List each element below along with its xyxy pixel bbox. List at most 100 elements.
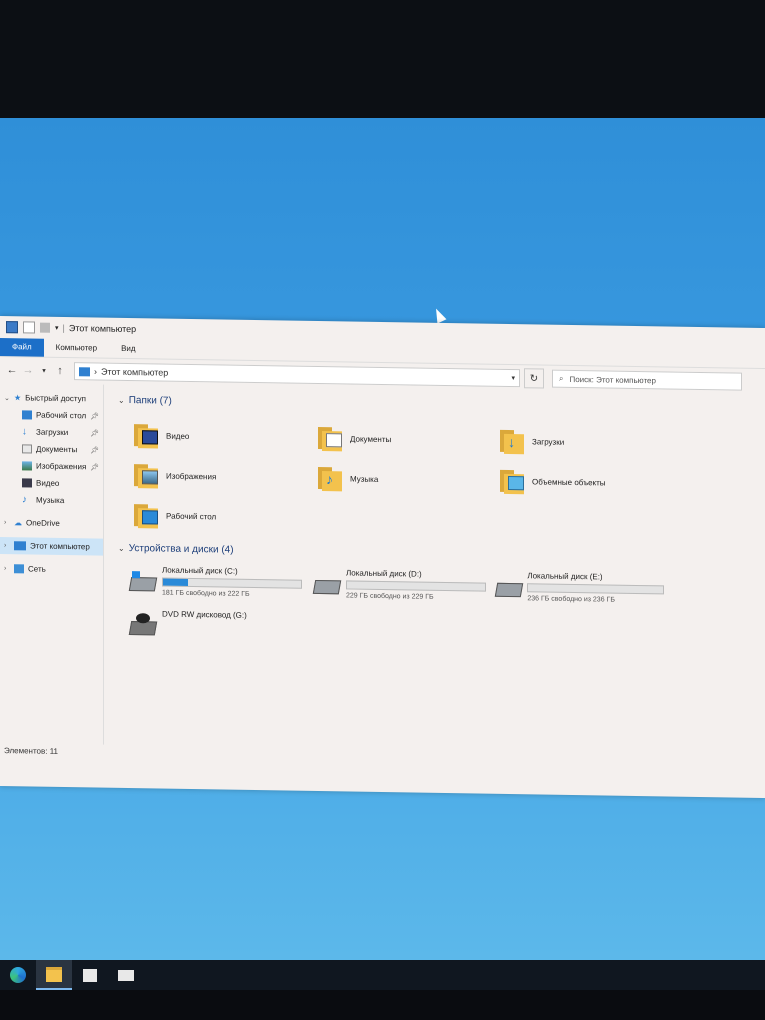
- chevron-down-icon[interactable]: ▾: [511, 374, 515, 382]
- sidebar-item-documents[interactable]: Документы 📌︎: [0, 440, 103, 459]
- folder-item-downloads[interactable]: ↓ Загрузки: [498, 421, 668, 464]
- search-input[interactable]: ⌕ Поиск: Этот компьютер: [552, 369, 742, 391]
- taskbar-edge[interactable]: [0, 960, 36, 990]
- computer-icon: [14, 541, 26, 551]
- edge-icon: [10, 967, 26, 983]
- collapse-chevron-icon[interactable]: ⌄: [118, 543, 125, 552]
- collapse-chevron-icon[interactable]: ⌄: [118, 395, 125, 404]
- pictures-folder-icon: [132, 462, 160, 489]
- video-folder-icon: [132, 422, 160, 449]
- drive-item-d[interactable]: Локальный диск (D:) 229 ГБ свободно из 2…: [312, 566, 494, 613]
- desktop-folder-icon: [132, 502, 160, 529]
- recent-locations-icon[interactable]: ▾: [36, 367, 52, 375]
- navigation-pane: ⌄ ★ Быстрый доступ Рабочий стол 📌︎ ↓ Заг…: [0, 383, 104, 745]
- sidebar-item-music[interactable]: ♪ Музыка: [0, 491, 103, 510]
- back-arrow-icon[interactable]: ←: [4, 364, 20, 376]
- drive-item-c[interactable]: Локальный диск (C:) 181 ГБ свободно из 2…: [128, 563, 312, 610]
- cloud-icon: ☁: [14, 518, 22, 528]
- expand-chevron-icon[interactable]: ›: [4, 519, 14, 526]
- pin-icon[interactable]: 📌︎: [90, 412, 99, 420]
- monitor-bezel-bottom: [0, 990, 765, 1020]
- folder-item-pictures[interactable]: Изображения: [132, 455, 316, 498]
- drive-free-space: 181 ГБ свободно из 222 ГБ: [162, 589, 250, 598]
- forward-arrow-icon[interactable]: →: [20, 364, 36, 376]
- properties-icon[interactable]: [23, 321, 35, 334]
- dvd-drive-icon: [128, 613, 158, 639]
- item-count: Элементов: 11: [4, 745, 58, 756]
- sidebar-item-videos[interactable]: Видео: [0, 474, 103, 493]
- taskbar-store[interactable]: [72, 960, 108, 990]
- sidebar-item-label: Рабочий стол: [36, 410, 87, 421]
- drive-name: Локальный диск (E:): [527, 571, 603, 582]
- network-icon: [14, 564, 24, 574]
- expand-chevron-icon[interactable]: ›: [4, 565, 14, 572]
- windows-drive-icon: [128, 571, 158, 595]
- folder-name: Видео: [166, 431, 190, 441]
- tab-computer[interactable]: Компьютер: [44, 339, 109, 358]
- folders-grid: Видео Документы ↓ Загрузки Изображения ♪…: [132, 415, 765, 545]
- folders-group-header[interactable]: ⌄ Папки (7): [118, 391, 765, 419]
- up-arrow-icon[interactable]: ↑: [52, 365, 68, 377]
- monitor-bezel-top: [0, 0, 765, 118]
- chevron-down-icon[interactable]: ▾: [55, 324, 59, 332]
- taskbar-file-explorer[interactable]: [36, 960, 72, 990]
- sidebar-item-this-pc[interactable]: › Этот компьютер: [0, 537, 103, 556]
- hard-drive-icon: [312, 574, 342, 598]
- folder-name: Рабочий стол: [166, 511, 217, 521]
- pin-icon[interactable]: 📌︎: [90, 463, 99, 471]
- sidebar-item-network[interactable]: › Сеть: [0, 560, 103, 579]
- tab-view[interactable]: Вид: [109, 340, 147, 359]
- sidebar-item-label: Этот компьютер: [30, 541, 90, 552]
- hard-drive-icon: [494, 577, 524, 601]
- pin-icon[interactable]: 📌︎: [90, 446, 99, 454]
- folder-item-music[interactable]: ♪ Музыка: [316, 458, 498, 501]
- refresh-button[interactable]: ↻: [524, 368, 544, 389]
- window-title: Этот компьютер: [68, 323, 137, 335]
- folder-item-desktop[interactable]: Рабочий стол: [132, 495, 316, 538]
- sidebar-item-desktop[interactable]: Рабочий стол 📌︎: [0, 406, 103, 425]
- sidebar-item-onedrive[interactable]: › ☁ OneDrive: [0, 514, 103, 533]
- sidebar-item-label: Сеть: [28, 564, 46, 574]
- sidebar-item-quick-access[interactable]: ⌄ ★ Быстрый доступ: [0, 389, 103, 408]
- sidebar-item-label: Документы: [36, 444, 78, 455]
- sidebar-item-pictures[interactable]: Изображения 📌︎: [0, 457, 103, 476]
- folder-item-documents[interactable]: Документы: [316, 418, 498, 461]
- drives-grid: Локальный диск (C:) 181 ГБ свободно из 2…: [128, 563, 765, 661]
- expand-chevron-icon[interactable]: ⌄: [4, 394, 14, 402]
- drive-name: Локальный диск (D:): [346, 568, 422, 579]
- file-explorer-window: ▾ | Этот компьютер Файл Компьютер Вид ← …: [0, 316, 765, 799]
- drive-usage-fill: [163, 578, 188, 586]
- drive-item-e[interactable]: Локальный диск (E:) 236 ГБ свободно из 2…: [494, 569, 664, 616]
- drive-name: DVD RW дисковод (G:): [162, 609, 247, 620]
- address-path[interactable]: Этот компьютер: [101, 367, 168, 378]
- star-icon: ★: [14, 393, 22, 403]
- search-icon: ⌕: [559, 373, 564, 383]
- computer-icon: [79, 366, 90, 376]
- sidebar-item-label: Быстрый доступ: [25, 393, 86, 404]
- sidebar-item-label: OneDrive: [26, 518, 60, 528]
- sidebar-item-downloads[interactable]: ↓ Загрузки 📌︎: [0, 423, 103, 442]
- music-icon: ♪: [22, 494, 27, 506]
- search-placeholder: Поиск: Этот компьютер: [569, 374, 656, 385]
- 3d-objects-folder-icon: [498, 468, 526, 495]
- explorer-body: ⌄ ★ Быстрый доступ Рабочий стол 📌︎ ↓ Заг…: [0, 383, 765, 755]
- address-bar[interactable]: › Этот компьютер ▾: [74, 362, 520, 388]
- pin-icon[interactable]: 📌︎: [90, 429, 99, 437]
- drive-usage-bar: [527, 583, 664, 595]
- folder-item-3d-objects[interactable]: Объемные объекты: [498, 461, 668, 504]
- expand-chevron-icon[interactable]: ›: [4, 542, 14, 549]
- tab-file[interactable]: Файл: [0, 338, 44, 357]
- video-icon: [22, 478, 32, 488]
- breadcrumb-chevron-icon[interactable]: ›: [94, 366, 97, 376]
- desktop-icon: [22, 410, 32, 420]
- mouse-cursor-icon: [431, 306, 447, 324]
- new-folder-icon[interactable]: [40, 322, 50, 333]
- music-folder-icon: ♪: [316, 465, 344, 492]
- folder-item-videos[interactable]: Видео: [132, 415, 316, 458]
- taskbar: [0, 960, 765, 990]
- taskbar-mail[interactable]: [108, 960, 144, 990]
- pictures-icon: [22, 461, 32, 471]
- drive-usage-bar: [162, 577, 302, 589]
- content-pane: ⌄ Папки (7) Видео Документы ↓ Загрузки И…: [104, 385, 765, 755]
- drive-item-g[interactable]: DVD RW дисковод (G:): [128, 607, 312, 654]
